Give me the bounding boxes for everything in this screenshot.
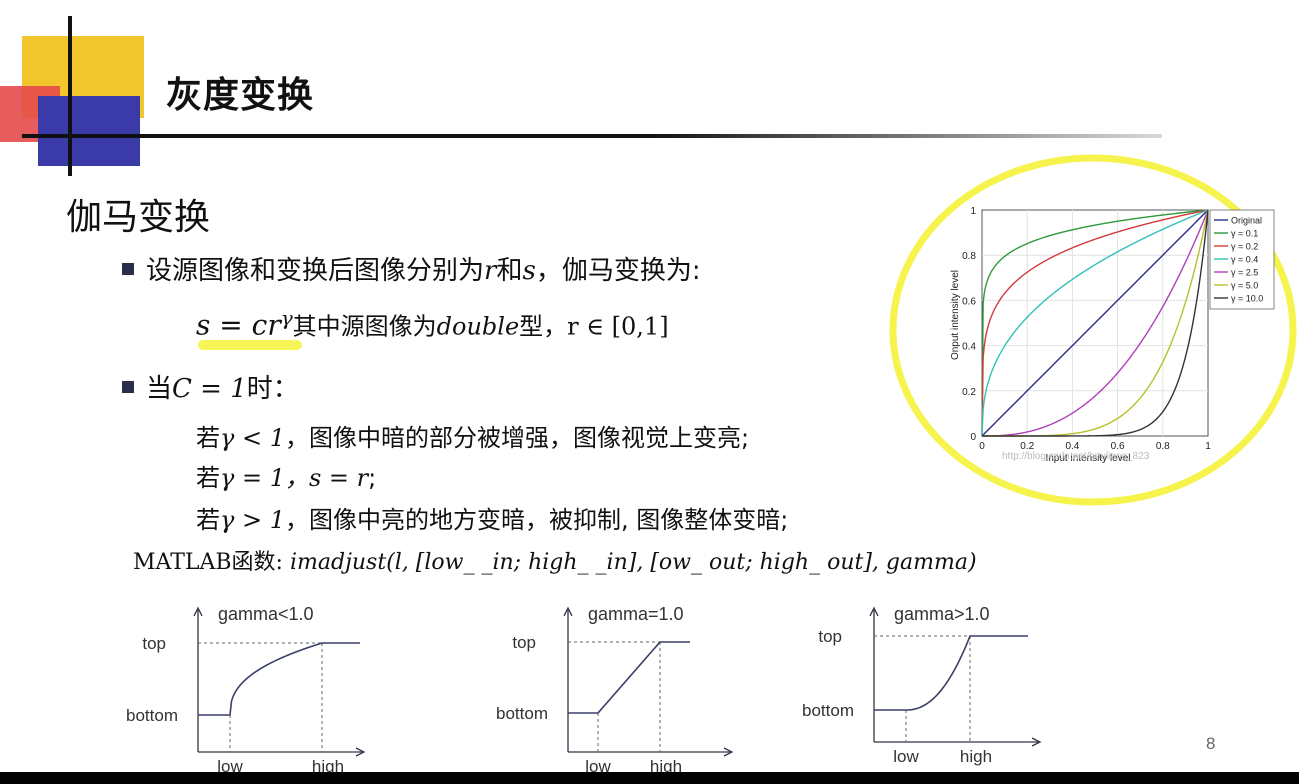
y-tick-label: 0.2 bbox=[962, 387, 976, 398]
x-tick-label: 1 bbox=[1205, 441, 1211, 452]
mini-low-label: low bbox=[893, 747, 919, 766]
legend-label: γ = 2.5 bbox=[1231, 268, 1258, 278]
deco-blue-square bbox=[38, 96, 140, 166]
deco-vertical-line bbox=[68, 16, 72, 176]
mini-plot-title: gamma>1.0 bbox=[894, 604, 990, 624]
mini-top-label: top bbox=[818, 627, 842, 646]
formula-highlight-underline bbox=[198, 340, 302, 350]
formula-lhs: s = cr bbox=[196, 308, 281, 342]
mini-top-label: top bbox=[142, 634, 166, 653]
y-tick-label: 0.4 bbox=[962, 342, 976, 353]
case-gamma-greater: 若γ > 1，图像中亮的地方变暗，被抑制, 图像整体变暗; bbox=[196, 506, 789, 534]
mini-bottom-label: bottom bbox=[126, 706, 178, 725]
legend-label: γ = 0.4 bbox=[1231, 255, 1258, 265]
mini-high-label: high bbox=[960, 747, 992, 766]
section-heading: 伽马变换 bbox=[66, 197, 211, 238]
page-number: 8 bbox=[1206, 734, 1216, 753]
slide-title: 灰度变换 bbox=[166, 75, 315, 116]
deco-horizontal-line bbox=[22, 134, 1162, 138]
y-axis-label: Onput intensity level bbox=[950, 270, 961, 360]
y-tick-label: 1 bbox=[970, 206, 976, 217]
legend-label: γ = 0.2 bbox=[1231, 242, 1258, 252]
mini-plot-gamma-lt-1: gamma<1.0topbottomlow high bbox=[126, 604, 366, 776]
mini-curve bbox=[198, 642, 360, 716]
chart-legend: Original γ = 0.1 γ = 0.2 γ = 0.4 γ = 2.5 γ = … bbox=[1209, 209, 1275, 310]
legend-label: γ = 10.0 bbox=[1231, 294, 1263, 304]
y-tick-label: 0.8 bbox=[962, 251, 976, 262]
x-tick-label: 0.8 bbox=[1156, 441, 1170, 452]
gamma-curves-chart: 00.20.40.60.810 0.2 0.4 0.6 0.8 1 Originalγ =… bbox=[889, 154, 1297, 506]
bullet-condition: 当C = 1时： bbox=[122, 368, 299, 405]
bullet-square-icon bbox=[122, 263, 134, 275]
mini-bottom-label: bottom bbox=[802, 701, 854, 720]
y-tick-label: 0 bbox=[970, 432, 976, 443]
legend-label: γ = 5.0 bbox=[1231, 281, 1258, 291]
matlab-function: MATLAB函数: imadjust(l, [low_ _in; high_ _… bbox=[133, 550, 977, 575]
y-tick-label: 0.6 bbox=[962, 296, 976, 307]
watermark: http://blog.csdn.net/huuliang_823 bbox=[1002, 451, 1150, 462]
legend-label: γ = 0.1 bbox=[1231, 229, 1258, 239]
mini-bottom-label: bottom bbox=[496, 704, 548, 723]
mini-plot-title: gamma<1.0 bbox=[218, 604, 314, 624]
mini-top-label: top bbox=[512, 633, 536, 652]
mini-plot-gamma-gt-1: gamma>1.0 top bottom low high bbox=[802, 604, 1042, 766]
mini-plot-title: gamma=1.0 bbox=[588, 604, 684, 624]
gamma-formula: s = crγ其中源图像为double型，r ∈ [0,1] bbox=[196, 306, 669, 342]
legend-label: Original bbox=[1231, 216, 1262, 226]
mini-plot-gamma-eq-1: gamma=1.0topbottomlow high bbox=[496, 604, 734, 776]
slide: 灰度变换 伽马变换 设源图像和变换后图像分别为r和s，伽马变换为: s = cr… bbox=[0, 0, 1299, 784]
bottom-bar bbox=[0, 772, 1299, 784]
mini-curve bbox=[568, 641, 690, 714]
bullet-definition: 设源图像和变换后图像分别为r和s，伽马变换为: bbox=[122, 250, 701, 287]
mini-curve bbox=[874, 635, 1028, 711]
x-tick-label: 0 bbox=[979, 441, 985, 452]
formula-exponent: γ bbox=[280, 306, 293, 330]
case-gamma-less: 若γ < 1，图像中暗的部分被增强，图像视觉上变亮; bbox=[196, 424, 750, 452]
case-gamma-equal: 若γ = 1，s = r; bbox=[196, 464, 377, 492]
bullet-square-icon bbox=[122, 381, 134, 393]
